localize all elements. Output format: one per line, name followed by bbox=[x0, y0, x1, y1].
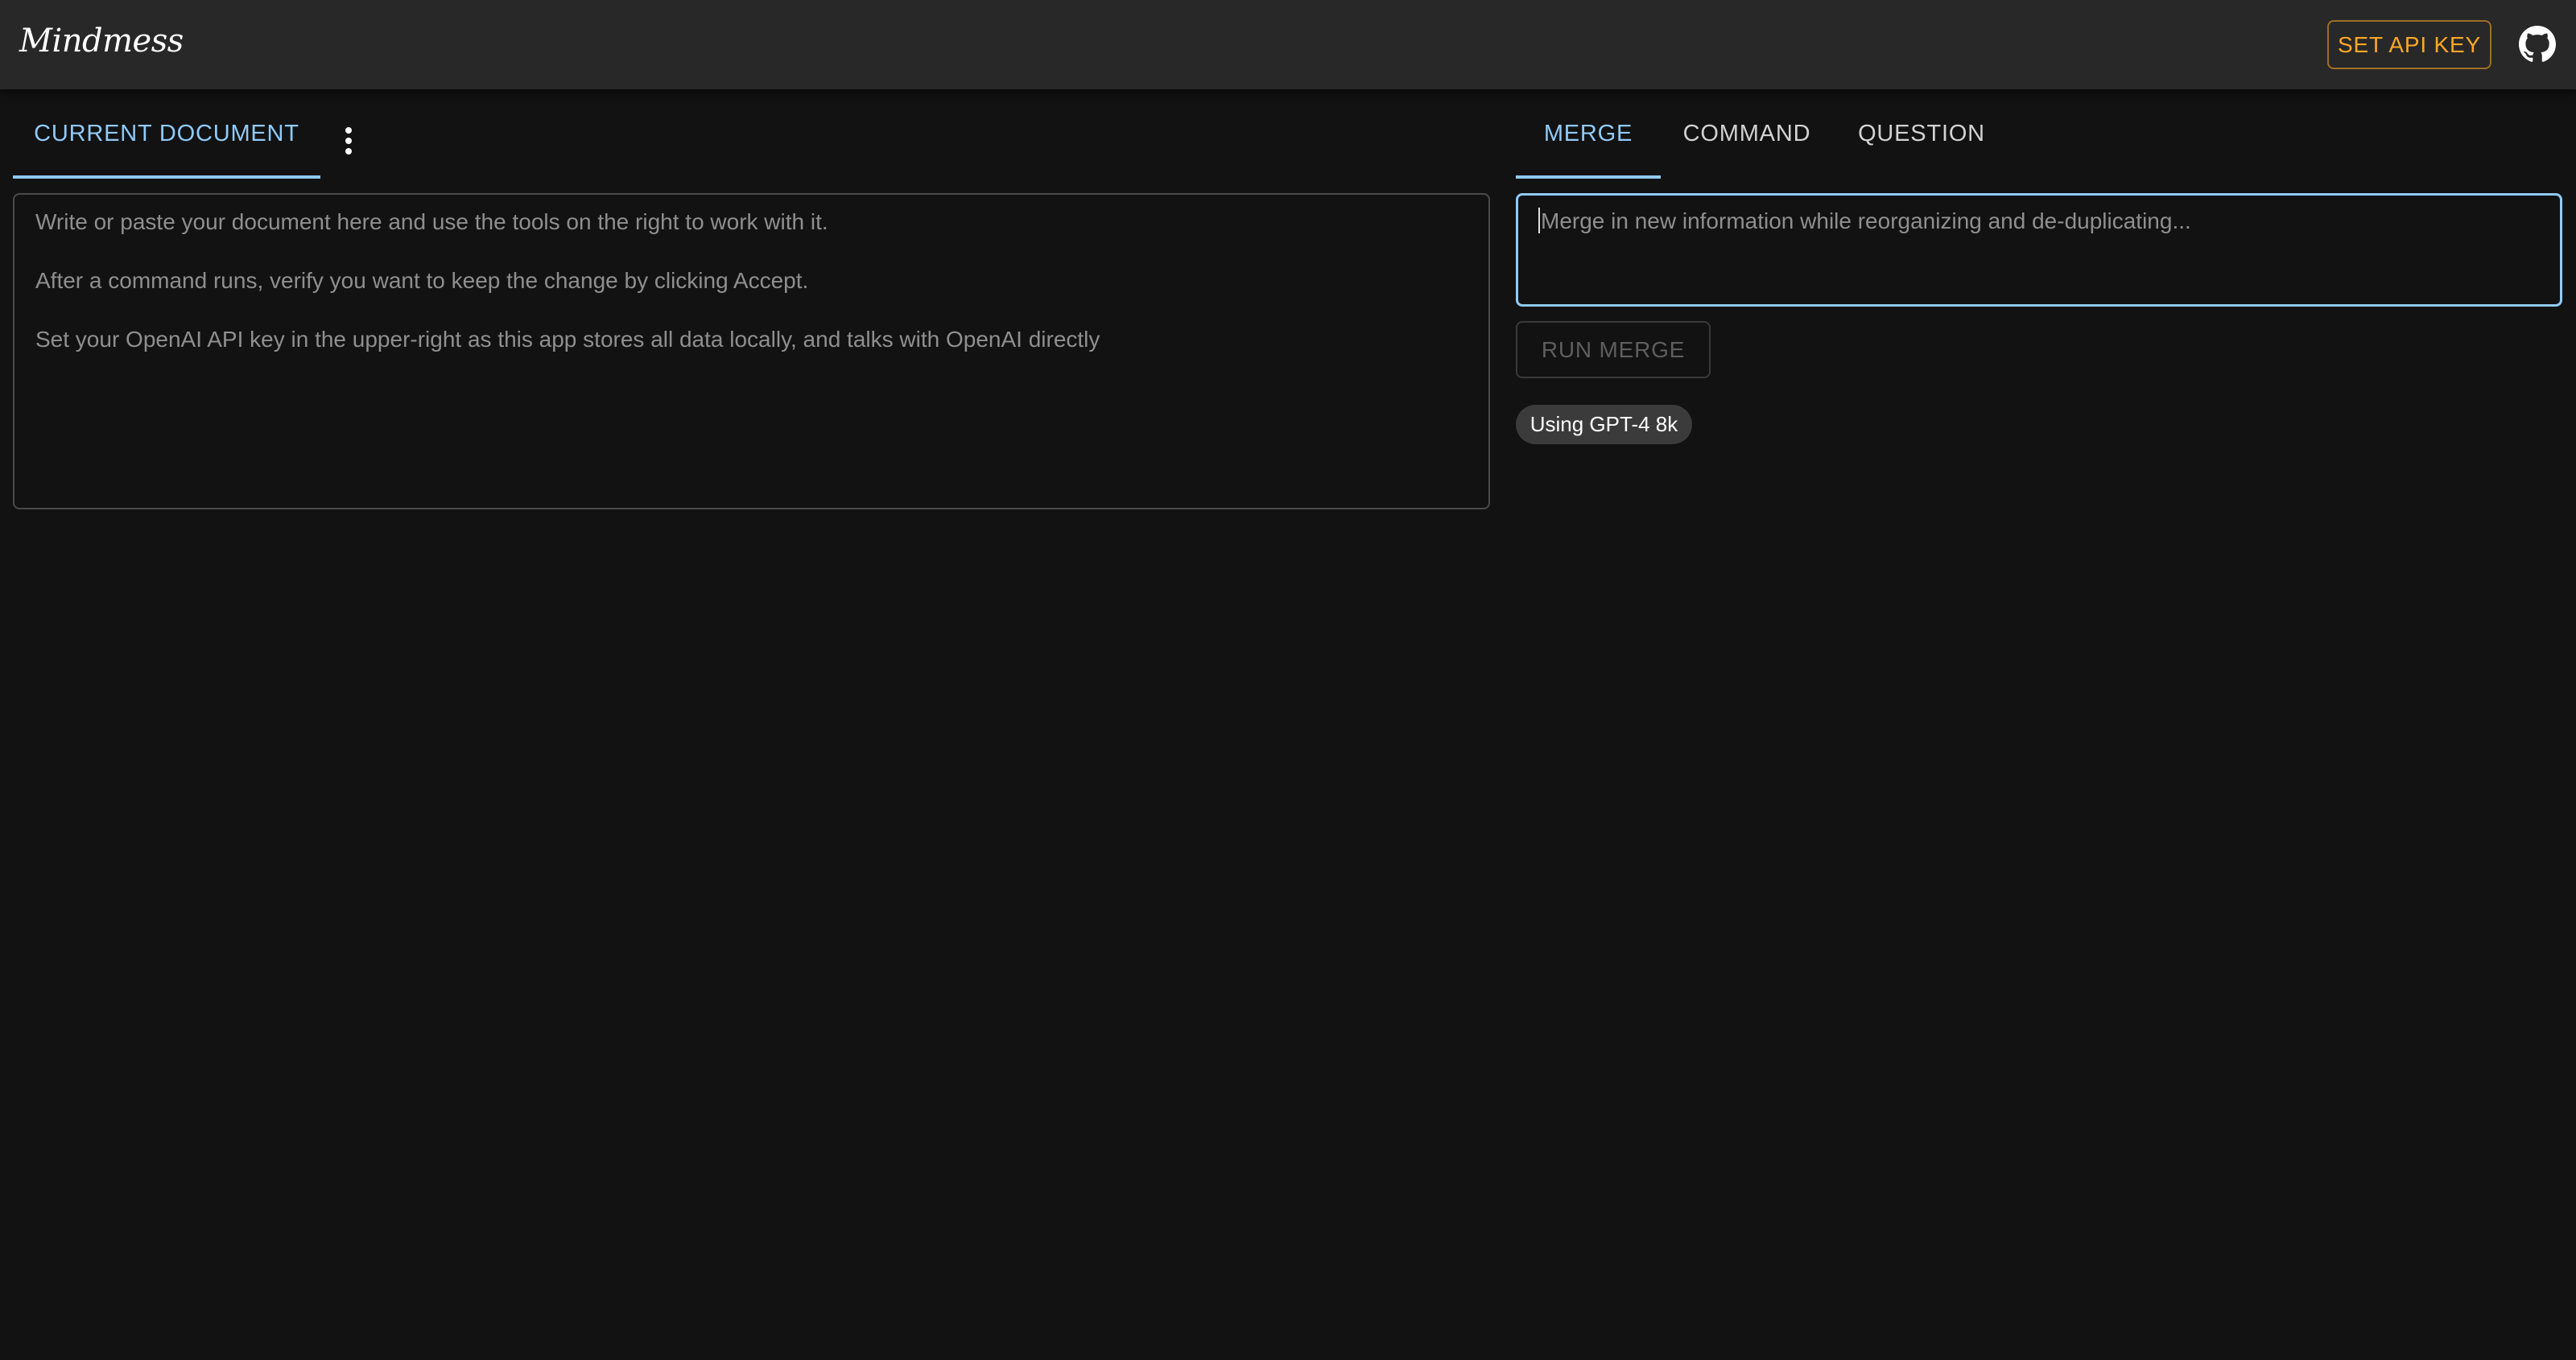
tab-merge[interactable]: MERGE bbox=[1516, 89, 1661, 178]
document-menu-button[interactable] bbox=[332, 121, 365, 161]
set-api-key-button[interactable]: SET API KEY bbox=[2327, 20, 2491, 69]
document-placeholder-line: After a command runs, verify you want to… bbox=[35, 268, 809, 293]
model-badge: Using GPT-4 8k bbox=[1516, 405, 1692, 444]
document-editor[interactable]: Write or paste your document here and us… bbox=[13, 193, 1490, 509]
tab-indicator bbox=[13, 175, 320, 179]
more-vertical-icon bbox=[345, 127, 352, 155]
tab-indicator bbox=[1516, 175, 1661, 179]
app-bar: Mindmess SET API KEY bbox=[0, 0, 2576, 89]
merge-input[interactable]: Merge in new information while reorganiz… bbox=[1516, 193, 2562, 307]
merge-placeholder: Merge in new information while reorganiz… bbox=[1541, 208, 2191, 233]
run-merge-button[interactable]: RUN MERGE bbox=[1516, 321, 1711, 378]
document-placeholder-line: Set your OpenAI API key in the upper-rig… bbox=[35, 327, 1100, 352]
tab-current-document[interactable]: CURRENT DOCUMENT bbox=[13, 89, 320, 178]
text-caret bbox=[1538, 208, 1540, 233]
document-placeholder-line: Write or paste your document here and us… bbox=[35, 209, 828, 234]
github-link[interactable] bbox=[2517, 24, 2557, 64]
tab-question[interactable]: QUESTION bbox=[1843, 89, 2000, 178]
tab-command[interactable]: COMMAND bbox=[1670, 89, 1823, 178]
app-title: Mindmess bbox=[19, 23, 184, 60]
github-icon bbox=[2519, 26, 2556, 62]
